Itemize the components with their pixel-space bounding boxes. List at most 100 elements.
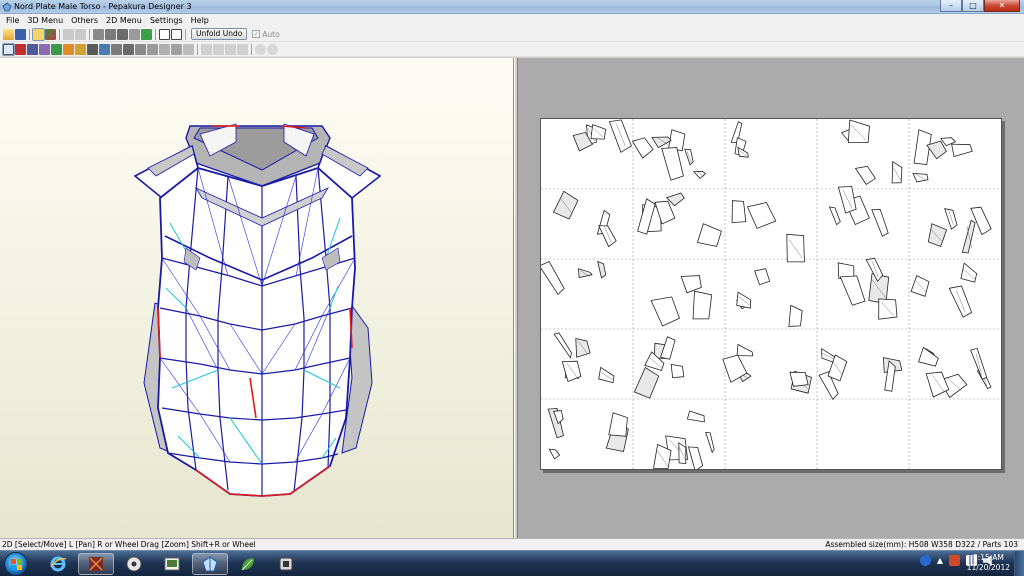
flag-tray-icon[interactable] [949,555,960,566]
unfolded-part[interactable] [878,298,898,320]
title-bar[interactable]: Nord Plate Male Torso - Pepakura Designe… [0,0,1024,14]
align-top-icon[interactable] [237,43,248,55]
menu-3d[interactable]: 3D Menu [23,14,67,27]
menu-help[interactable]: Help [187,14,213,27]
image-app-icon[interactable] [154,553,190,575]
single-window-icon[interactable] [159,28,170,40]
unfolded-part[interactable] [684,148,694,166]
unfolded-part[interactable] [951,143,973,158]
copy-icon[interactable] [129,28,140,40]
align-center-icon[interactable] [213,43,224,55]
unfolded-part[interactable] [854,165,876,185]
unfolded-part[interactable] [927,223,948,248]
unfolded-part[interactable] [754,268,771,286]
unfolded-part[interactable] [687,446,704,472]
unfolded-part[interactable] [650,296,681,327]
internet-explorer-icon[interactable] [40,553,76,575]
rotate-part-icon[interactable] [123,43,134,55]
unfolded-part[interactable] [608,119,632,153]
unfolded-part[interactable] [670,363,685,379]
unfolded-part[interactable] [692,290,713,320]
layout-tool-icon[interactable] [183,43,194,55]
unfolded-part[interactable] [575,337,591,358]
unfolded-part[interactable] [871,208,889,237]
show-desktop-button[interactable] [1014,551,1024,576]
open-folder-icon[interactable] [3,28,14,40]
unfolded-part[interactable] [970,206,992,236]
texture-tool-icon[interactable] [75,43,86,55]
zoom-out-icon[interactable] [267,43,278,55]
split-window-icon[interactable] [171,28,182,40]
auto-checkbox[interactable]: ✓ Auto [252,30,280,39]
unfolded-part[interactable] [925,371,950,398]
unfolded-part[interactable] [631,137,654,159]
unfolded-part[interactable] [746,202,777,229]
texture-icon[interactable] [45,28,56,40]
unfolded-part[interactable] [786,233,805,263]
unfolded-part[interactable] [731,200,747,224]
unfolded-part[interactable] [696,223,722,247]
unfolded-part[interactable] [944,208,958,230]
unfolded-part[interactable] [661,147,684,181]
unfolded-part[interactable] [548,448,561,460]
anchor-icon[interactable] [117,28,128,40]
tray-expand-icon[interactable]: ▲ [937,556,943,565]
unfolded-part[interactable] [680,275,702,294]
unfolded-part[interactable] [788,304,803,327]
flip-part-icon[interactable] [135,43,146,55]
cut-tool-icon[interactable] [99,43,110,55]
graphics-app-icon[interactable] [78,553,114,575]
close-button[interactable]: ✕ [984,0,1020,12]
paint-tool-icon[interactable] [63,43,74,55]
unfolded-part[interactable] [948,285,973,318]
start-button[interactable] [4,552,28,576]
unfolded-part[interactable] [837,186,857,214]
leaf-app-icon[interactable] [230,553,266,575]
unfolded-part[interactable] [847,119,870,143]
2d-view-pane[interactable] [518,58,1024,538]
unfolded-part[interactable] [736,291,752,309]
edge-tool-icon[interactable] [27,43,38,55]
unfolded-part[interactable] [839,275,866,306]
pepakura-icon[interactable] [192,553,228,575]
unfolded-part[interactable] [590,124,607,140]
help-tray-icon[interactable] [919,555,931,566]
3d-view-pane[interactable] [0,58,514,538]
unfolded-part[interactable] [651,136,672,149]
unfolded-part[interactable] [828,206,841,226]
image-tool-icon[interactable] [171,43,182,55]
align-right-icon[interactable] [225,43,236,55]
tag-icon[interactable] [141,28,152,40]
taskbar-clock[interactable]: 3:15 AM 11/20/2012 [967,553,1010,573]
unfolded-part[interactable] [633,366,660,399]
unfolded-part[interactable] [736,343,754,357]
unfolded-part[interactable] [705,432,715,454]
menu-file[interactable]: File [2,14,23,27]
part-tool-icon[interactable] [87,43,98,55]
unfolded-part[interactable] [692,170,707,179]
move-tool-icon[interactable] [51,43,62,55]
unfolded-part[interactable] [960,262,978,283]
redo-icon[interactable] [75,28,86,40]
unfolded-part[interactable] [598,225,617,248]
unfolded-part[interactable] [789,371,809,387]
join-tool-icon[interactable] [15,43,26,55]
unfolded-part[interactable] [553,332,572,359]
flap-tool-icon[interactable] [39,43,50,55]
text-tool-icon[interactable] [159,43,170,55]
minimize-button[interactable]: – [940,0,962,12]
select-tool-icon[interactable] [2,42,15,56]
scale-part-icon[interactable] [147,43,158,55]
maximize-button[interactable]: □ [962,0,984,12]
unfolded-part[interactable] [538,260,565,296]
unfolded-part[interactable] [910,275,930,297]
glue-tool-icon[interactable] [111,43,122,55]
unfolded-part[interactable] [608,412,628,437]
undo-icon[interactable] [63,28,74,40]
unfolded-part[interactable] [597,260,607,279]
unfolded-part[interactable] [686,410,705,423]
menu-2d[interactable]: 2D Menu [102,14,146,27]
unfolded-part[interactable] [598,366,615,384]
view-3d-icon[interactable] [32,27,45,41]
align-left-icon[interactable] [201,43,212,55]
